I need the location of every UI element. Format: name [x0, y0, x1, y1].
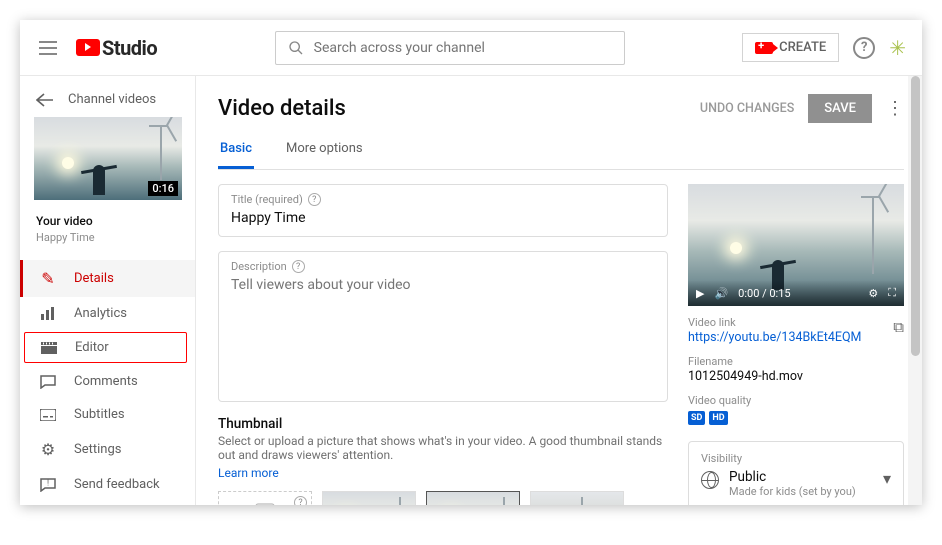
sidebar-item-settings[interactable]: ⚙ Settings	[20, 431, 195, 468]
sidebar-item-classic[interactable]: Creator Studio Classic	[20, 501, 195, 505]
learn-more-link[interactable]: Learn more	[218, 466, 279, 480]
upload-thumbnail-button[interactable]: ? Upload thumbnail	[218, 491, 312, 505]
sidebar-item-feedback[interactable]: ! Send feedback	[20, 468, 195, 501]
tab-more-options[interactable]: More options	[284, 131, 365, 169]
sidebar-item-label: Details	[74, 271, 114, 286]
visibility-value: Public	[729, 469, 873, 485]
help-icon[interactable]: ?	[308, 193, 321, 206]
duration-badge: 0:16	[148, 181, 178, 196]
account-settings-icon[interactable]: ✳	[889, 36, 906, 60]
globe-icon	[701, 471, 719, 489]
sidebar-item-label: Editor	[75, 340, 109, 355]
video-preview[interactable]: ▶ 🔊 0:00 / 0:15 ⚙ ⛶	[688, 184, 904, 306]
search-input[interactable]	[314, 40, 612, 56]
sidebar-item-analytics[interactable]: Analytics	[20, 297, 195, 330]
help-icon[interactable]: ?	[294, 496, 307, 505]
tabs: Basic More options	[218, 131, 904, 170]
hamburger-menu-icon[interactable]	[36, 36, 60, 60]
quality-badge-sd: SD	[688, 411, 705, 425]
back-to-channel-videos[interactable]: Channel videos	[20, 76, 195, 117]
more-options-icon[interactable]: ⋮	[886, 98, 904, 119]
help-icon[interactable]: ?	[292, 260, 305, 273]
chevron-down-icon: ▾	[883, 469, 891, 488]
your-video-section: Your video Happy Time	[20, 210, 195, 250]
description-field[interactable]: Description?	[218, 251, 668, 402]
sidebar-item-subtitles[interactable]: Subtitles	[20, 398, 195, 431]
subtitles-icon	[38, 409, 58, 421]
pencil-icon: ✎	[38, 269, 58, 288]
create-button[interactable]: CREATE	[742, 33, 839, 62]
create-label: CREATE	[779, 40, 826, 55]
topbar: Studio CREATE ? ✳	[20, 20, 922, 76]
title-label: Title (required)	[231, 193, 303, 206]
video-camera-icon	[755, 42, 773, 54]
logo-text: Studio	[102, 36, 157, 60]
youtube-play-icon	[76, 39, 100, 56]
arrow-left-icon	[36, 93, 54, 107]
svg-text:!: !	[47, 478, 49, 487]
video-link-label: Video link	[688, 316, 893, 329]
help-icon[interactable]: ?	[853, 37, 875, 59]
sidebar-item-label: Analytics	[74, 306, 127, 321]
video-title: Happy Time	[36, 231, 179, 244]
copy-icon[interactable]: ⧉	[893, 318, 904, 336]
play-icon[interactable]: ▶	[696, 287, 704, 300]
search-input-wrap[interactable]	[275, 31, 625, 65]
thumbnail-option-2[interactable]	[426, 491, 520, 505]
sidebar-item-label: Comments	[74, 374, 138, 389]
comments-icon	[38, 375, 58, 389]
sidebar-item-editor[interactable]: Editor	[24, 332, 187, 363]
video-link[interactable]: https://youtu.be/134BkEt4EQM	[688, 330, 893, 345]
thumbnail-option-1[interactable]	[322, 491, 416, 505]
video-thumbnail[interactable]: 0:16	[34, 117, 182, 200]
your-video-label: Your video	[36, 214, 93, 228]
settings-icon[interactable]: ⚙	[868, 287, 878, 300]
youtube-studio-logo[interactable]: Studio	[76, 36, 157, 60]
video-controls: ▶ 🔊 0:00 / 0:15 ⚙ ⛶	[688, 280, 904, 306]
description-label: Description	[231, 260, 287, 273]
visibility-label: Visibility	[701, 452, 891, 465]
visibility-card[interactable]: Visibility Public Made for kids (set by …	[688, 441, 904, 505]
title-field[interactable]: Title (required)?	[218, 184, 668, 237]
save-button[interactable]: SAVE	[808, 94, 872, 123]
page-title: Video details	[218, 96, 346, 121]
analytics-icon	[38, 307, 58, 321]
title-input[interactable]	[231, 210, 655, 226]
thumbnail-desc: Select or upload a picture that shows wh…	[218, 434, 668, 462]
back-label: Channel videos	[68, 92, 156, 107]
video-time: 0:00 / 0:15	[738, 287, 790, 300]
scrollbar[interactable]	[908, 76, 922, 505]
visibility-sub: Made for kids (set by you)	[729, 485, 873, 498]
image-upload-icon	[255, 503, 275, 506]
editor-icon	[39, 342, 59, 354]
sidebar-item-label: Settings	[74, 442, 121, 457]
video-quality-label: Video quality	[688, 394, 904, 407]
tab-basic[interactable]: Basic	[218, 131, 254, 169]
quality-badge-hd: HD	[709, 411, 727, 425]
sidebar: Channel videos 0:16 Your video Happy Tim…	[20, 76, 196, 505]
scrollbar-thumb[interactable]	[911, 76, 920, 356]
description-input[interactable]	[231, 277, 655, 387]
sidebar-item-label: Subtitles	[74, 407, 125, 422]
sidebar-item-comments[interactable]: Comments	[20, 365, 195, 398]
app-window: Studio CREATE ? ✳ Channel videos	[20, 20, 922, 505]
sidebar-item-details[interactable]: ✎ Details	[20, 260, 195, 297]
volume-icon[interactable]: 🔊	[714, 287, 728, 300]
thumbnail-title: Thumbnail	[218, 416, 668, 432]
filename-label: Filename	[688, 355, 904, 368]
feedback-icon: !	[38, 478, 58, 492]
sidebar-item-label: Send feedback	[74, 477, 160, 492]
fullscreen-icon[interactable]: ⛶	[888, 286, 896, 300]
main-content: Video details UNDO CHANGES SAVE ⋮ Basic …	[196, 76, 922, 505]
gear-icon: ⚙	[38, 440, 58, 459]
undo-changes-button[interactable]: UNDO CHANGES	[700, 101, 794, 116]
thumbnail-option-3[interactable]	[530, 491, 624, 505]
filename-value: 1012504949-hd.mov	[688, 369, 904, 384]
